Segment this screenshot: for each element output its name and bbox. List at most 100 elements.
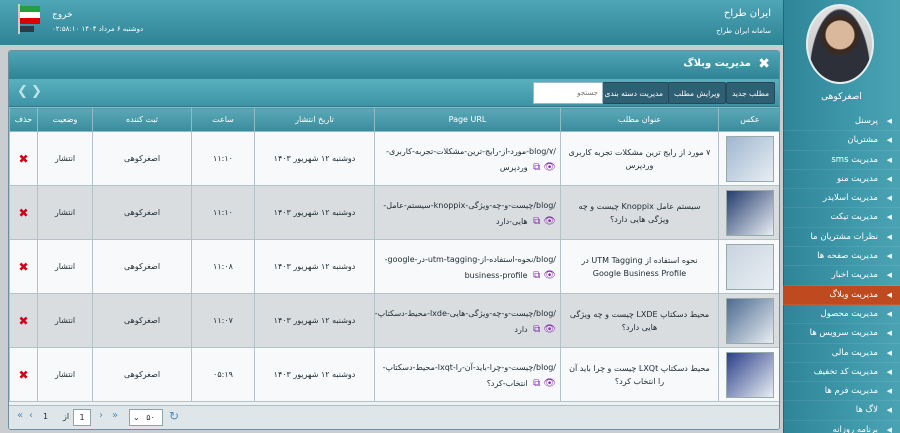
sidebar-item[interactable]: ◀ مدیریت اخبار — [783, 266, 900, 286]
refresh-icon[interactable]: ↻ — [169, 409, 179, 423]
toolbar: مطلب جدید ویرایش مطلب مدیریت دسته بندی ❮… — [9, 79, 779, 107]
page-number-input[interactable]: 1 — [73, 409, 91, 426]
chevron-right-icon[interactable]: ❯ — [31, 84, 42, 99]
table-row[interactable]: ۱۰۰۱محیط دسکتاپ LXDE چیست و چه ویژگی های… — [9, 293, 779, 348]
eye-icon[interactable]: 👁 — [543, 324, 556, 335]
sidebar-item-label: مدیریت sms — [831, 154, 878, 165]
delete-icon[interactable]: ✖ — [18, 368, 28, 382]
column-header[interactable]: تاریخ انتشار — [254, 107, 375, 132]
page-url: /blog/چیست-و-چه-ویژگی-هایی-lxde-محیط-دسک… — [375, 308, 557, 318]
sidebar-item[interactable]: ◀ مدیریت sms — [783, 151, 900, 170]
sidebar-item-label: لاگ ها — [855, 405, 878, 416]
sidebar-item[interactable]: ◀ مدیریت وبلاگ — [783, 285, 900, 305]
sidebar-item[interactable]: ◀ مدیریت تیکت — [783, 208, 900, 228]
next-page-icon[interactable]: › — [99, 410, 103, 421]
avatar — [806, 4, 874, 84]
column-header[interactable]: عکس — [718, 107, 779, 132]
delete-icon[interactable]: ✖ — [18, 152, 28, 166]
search-input[interactable] — [533, 82, 603, 104]
sidebar-item[interactable]: ◀ نظرات مشتریان ما — [783, 228, 900, 248]
thumbnail-cell — [718, 293, 779, 348]
new-post-button[interactable]: مطلب جدید — [726, 82, 775, 104]
sidebar-item[interactable]: ◀ مدیریت اسلایدر — [783, 189, 900, 209]
table-row[interactable]: ۱۰۰۴۷ مورد از رایج ترین مشکلات تجربه کار… — [9, 131, 779, 186]
sidebar-item[interactable]: ◀ مدیریت محصول — [783, 305, 900, 325]
sidebar-item[interactable]: ◀ لاگ ها — [783, 401, 900, 421]
delete-icon[interactable]: ✖ — [18, 206, 28, 220]
sidebar-item[interactable]: ◀ مدیریت سرویس ها — [783, 324, 900, 344]
page-size-select[interactable]: ⌄ ۵۰ — [129, 409, 163, 426]
prev-page-icon[interactable]: ‹ — [29, 410, 33, 421]
column-header[interactable]: ثبت کننده — [92, 107, 192, 132]
table-row[interactable]: ۱۰۰۳سیستم عامل Knoppix چیست و چه ویژگی ه… — [9, 185, 779, 240]
table-header-row: کدعکسعنوان مطلبPage URLتاریخ انتشارساعتث… — [9, 107, 779, 132]
column-header[interactable]: حذف — [9, 107, 38, 132]
column-header[interactable]: Page URL — [374, 107, 561, 132]
sidebar-item[interactable]: ◀ مدیریت مالی — [783, 344, 900, 363]
author: اصغرکوهی — [92, 131, 192, 186]
copy-icon[interactable]: ⧉ — [533, 162, 540, 173]
sidebar-item-label: برنامه روزانه — [832, 424, 878, 433]
eye-icon[interactable]: 👁 — [543, 270, 556, 281]
copy-icon[interactable]: ⧉ — [533, 378, 540, 389]
panel-header: ✖ مدیریت وبلاگ — [9, 51, 779, 79]
delete-icon[interactable]: ✖ — [18, 260, 28, 274]
sidebar-item[interactable]: ◀ مدیریت کد تخفیف — [783, 363, 900, 383]
post-title-cell: نحوه استفاده از UTM Tagging در Google Bu… — [560, 239, 719, 294]
author: اصغرکوهی — [92, 293, 192, 348]
publish-time: ۰۵:۱۹ — [191, 347, 255, 402]
publish-date: دوشنبه ۱۲ شهریور ۱۴۰۳ — [254, 239, 375, 294]
sidebar-item[interactable]: ◀ مدیریت منو — [783, 170, 900, 190]
sidebar-item[interactable]: ◀ مدیریت صفحه ها — [783, 247, 900, 267]
post-title: محیط دسکتاپ LXDE چیست و چه ویژگی هایی دا… — [569, 309, 710, 332]
delete-icon[interactable]: ✖ — [18, 314, 28, 328]
last-page-icon[interactable]: » — [112, 410, 118, 421]
post-title: نحوه استفاده از UTM Tagging در Google Bu… — [581, 255, 698, 278]
pager: « ‹ 1 از 1 › » ⌄ ۵۰ ↻ — [9, 405, 779, 429]
table-row[interactable]: ۱۰۰۲نحوه استفاده از UTM Tagging در Googl… — [9, 239, 779, 294]
post-title: ۷ مورد از رایج ترین مشکلات تجربه کاربری … — [568, 147, 711, 170]
eye-icon[interactable]: 👁 — [543, 162, 556, 173]
chevron-left-icon[interactable]: ❮ — [17, 84, 28, 99]
eye-icon[interactable]: 👁 — [543, 378, 556, 389]
column-header[interactable]: ساعت — [191, 107, 255, 132]
post-title-cell: ۷ مورد از رایج ترین مشکلات تجربه کاربری … — [560, 131, 719, 186]
manage-categories-button[interactable]: مدیریت دسته بندی — [598, 82, 669, 104]
url-cell: /blog/نحوه-استفاده-از-utm-tagging-در-goo… — [374, 239, 561, 294]
column-header[interactable]: وضعیت — [37, 107, 93, 132]
status: انتشار — [37, 239, 93, 294]
publish-date: دوشنبه ۱۲ شهریور ۱۴۰۳ — [254, 293, 375, 348]
close-icon[interactable]: ✖ — [758, 56, 770, 72]
blog-table: کدعکسعنوان مطلبPage URLتاریخ انتشارساعتث… — [9, 107, 779, 402]
page-url-tail: هایی-دارد — [495, 216, 528, 226]
url-cell: /blog/چیست-و-چرا-باید-آن-را-lxqt-محیط-دس… — [374, 347, 561, 402]
post-title-cell: محیط دسکتاپ LXQt چیست و چرا باید آن را ا… — [560, 347, 719, 402]
edit-post-button[interactable]: ویرایش مطلب — [668, 82, 726, 104]
sidebar-menu: ◀ پرسنل ◀ مشتریان ◀ مدیریت sms ◀ مدیریت منو ◀ مدی… — [783, 112, 900, 433]
delete-cell: ✖ — [9, 347, 38, 402]
chevron-left-icon: ◀ — [886, 290, 892, 299]
eye-icon[interactable]: 👁 — [543, 216, 556, 227]
chevron-left-icon: ◀ — [886, 117, 892, 125]
sidebar-item[interactable]: ◀ مشتریان — [783, 131, 900, 151]
chevron-left-icon: ◀ — [886, 406, 892, 415]
copy-icon[interactable]: ⧉ — [533, 216, 540, 227]
page-url-tail: دارد — [514, 324, 528, 334]
logout-link[interactable]: خروج — [52, 10, 73, 20]
pager-of-label: از — [63, 412, 70, 421]
chevron-left-icon: ◀ — [886, 387, 892, 396]
publish-time: ۱۱:۱۰ — [191, 185, 255, 240]
sidebar-item[interactable]: ◀ پرسنل — [783, 112, 900, 132]
copy-icon[interactable]: ⧉ — [533, 270, 540, 281]
post-thumbnail — [726, 243, 774, 290]
status: انتشار — [37, 185, 93, 240]
sidebar-item-label: مدیریت وبلاگ — [829, 289, 878, 300]
sidebar-item[interactable]: ◀ مدیریت فرم ها — [783, 382, 900, 402]
sidebar-item[interactable]: ◀ برنامه روزانه — [783, 421, 900, 433]
chevron-left-icon: ◀ — [886, 425, 892, 433]
post-thumbnail — [726, 351, 774, 398]
first-page-icon[interactable]: « — [17, 410, 23, 421]
copy-icon[interactable]: ⧉ — [533, 324, 540, 335]
table-row[interactable]: ۱۰۰۰محیط دسکتاپ LXQt چیست و چرا باید آن … — [9, 347, 779, 402]
column-header[interactable]: عنوان مطلب — [560, 107, 719, 132]
